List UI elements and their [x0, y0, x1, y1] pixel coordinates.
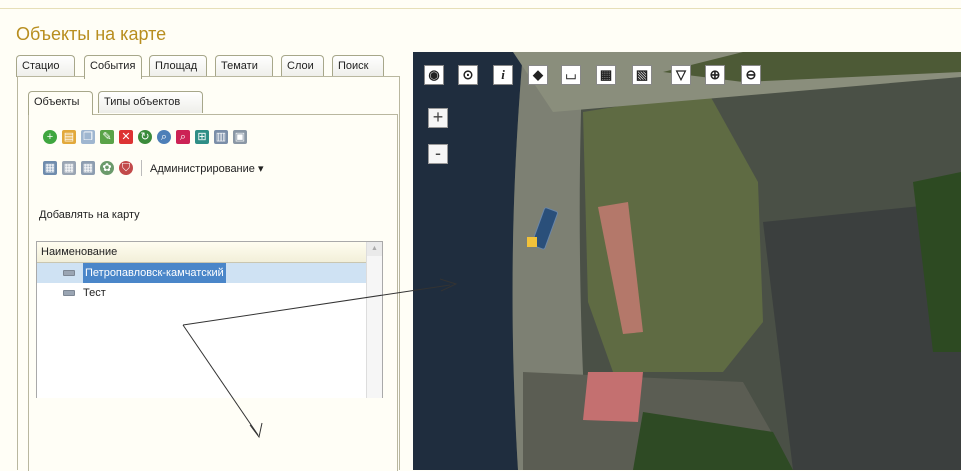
arrow-line-to-map [182, 284, 451, 326]
tab-events[interactable]: События [84, 55, 142, 79]
arrow-line-down [182, 324, 259, 436]
annotation-arrows [182, 278, 458, 439]
tab-objects[interactable]: Объекты [28, 91, 93, 115]
